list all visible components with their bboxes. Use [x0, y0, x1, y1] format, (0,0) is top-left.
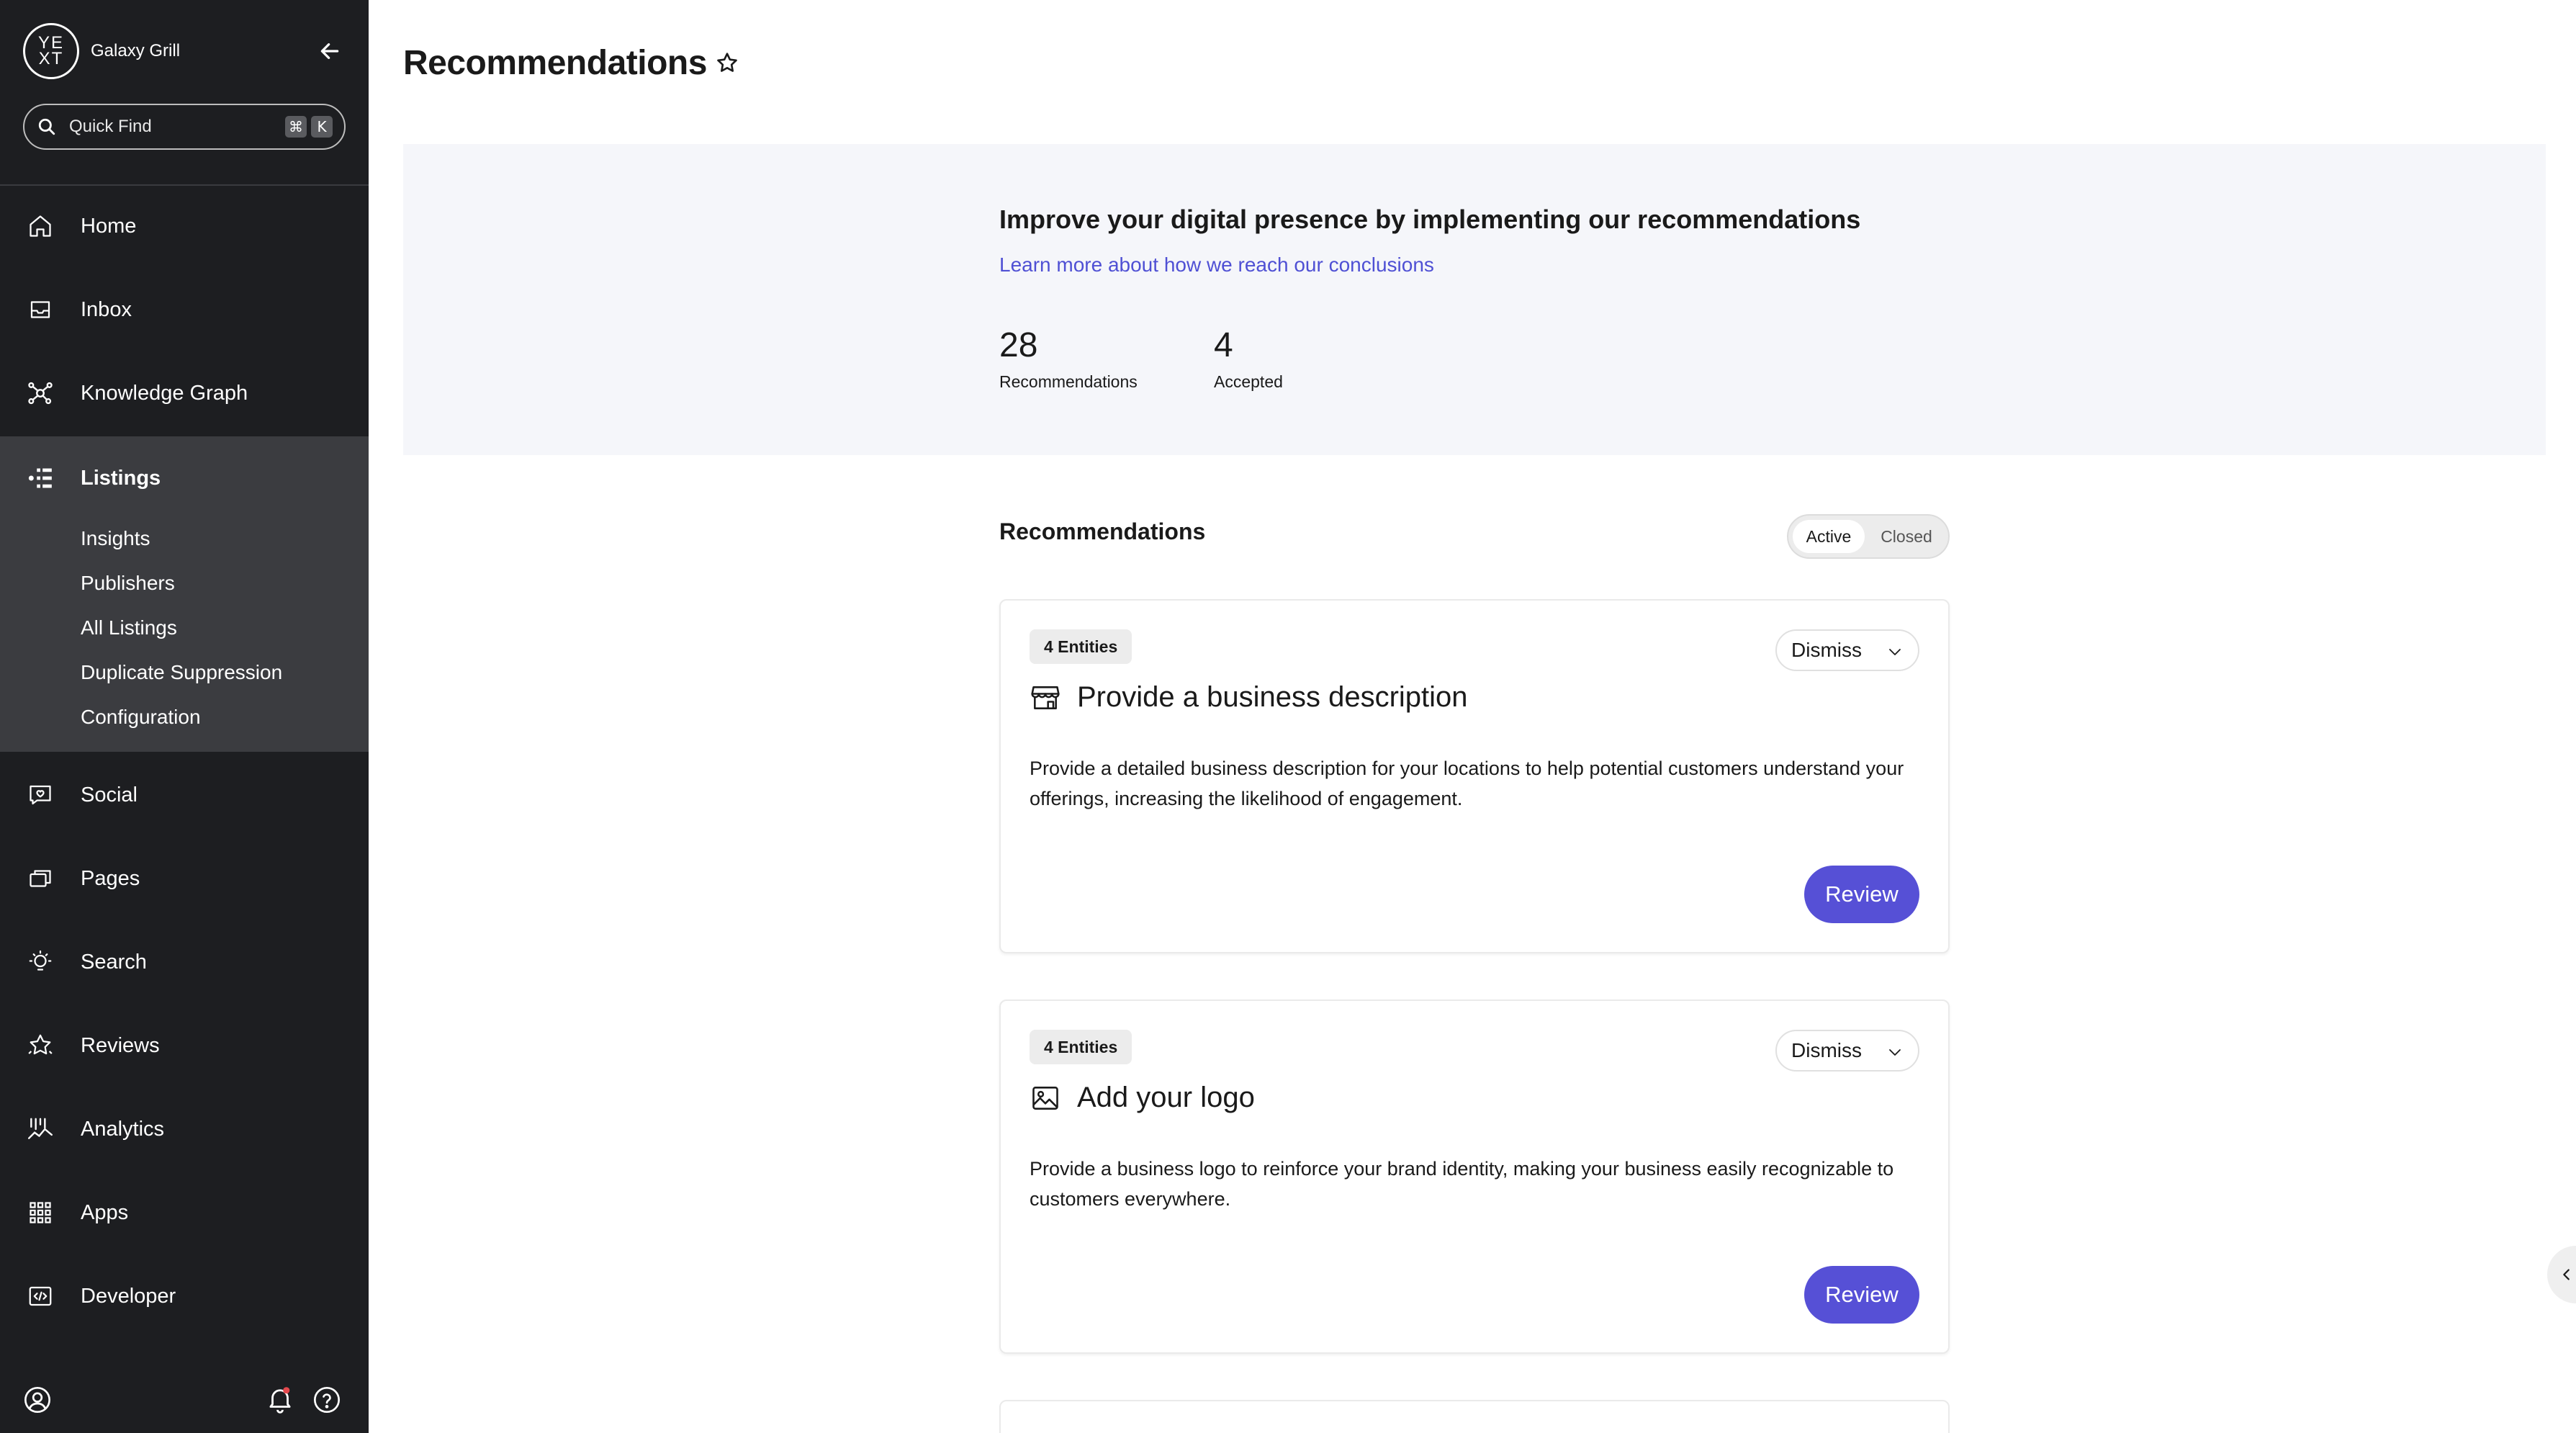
dismiss-dropdown[interactable]: Dismiss	[1775, 1030, 1919, 1072]
card-title-row: Add your logo	[1030, 1082, 1255, 1114]
sidebar-item-social[interactable]: Social	[0, 753, 369, 837]
sidebar-item-analytics[interactable]: Analytics	[0, 1087, 369, 1171]
developer-code-icon	[26, 1282, 55, 1311]
sidebar-item-label: Inbox	[81, 297, 132, 321]
chevron-down-icon	[1889, 649, 1901, 655]
sidebar-item-label: Analytics	[81, 1117, 165, 1141]
sidebar-subitem-all-listings[interactable]: All Listings	[81, 616, 177, 639]
sidebar-item-label: Apps	[81, 1200, 129, 1224]
stat-value: 4	[1214, 326, 1233, 364]
logo-text-bottom: XT	[38, 49, 64, 68]
reviews-stars-icon	[26, 1031, 55, 1060]
sidebar-subitem-publishers[interactable]: Publishers	[81, 572, 175, 595]
analytics-icon	[26, 1115, 55, 1144]
sidebar-item-label: Knowledge Graph	[81, 381, 248, 405]
shortcut-key-k: K	[311, 116, 333, 138]
recommendations-summary-banner: Improve your digital presence by impleme…	[403, 144, 2546, 455]
entities-badge: 4 Entities	[1030, 1030, 1132, 1064]
pages-icon	[26, 864, 55, 893]
sidebar-subitem-insights[interactable]: Insights	[81, 527, 150, 550]
yext-logo[interactable]: YE XT	[23, 23, 79, 79]
sidebar-item-label: Developer	[81, 1284, 176, 1308]
sidebar-item-developer[interactable]: Developer	[0, 1254, 369, 1338]
shortcut-key-cmd: ⌘	[285, 116, 307, 138]
chevron-left-icon	[2563, 1269, 2570, 1280]
sidebar-item-label: Home	[81, 214, 137, 238]
sidebar-item-label: Pages	[81, 866, 140, 890]
sidebar-item-apps[interactable]: Apps	[0, 1171, 369, 1254]
stat-accepted: 4 Accepted	[1214, 325, 1283, 392]
dismiss-dropdown[interactable]: Dismiss	[1775, 629, 1919, 671]
home-icon	[26, 212, 55, 241]
learn-more-link[interactable]: Learn more about how we reach our conclu…	[999, 253, 1434, 277]
stat-caption: Accepted	[1214, 372, 1283, 391]
sidebar-item-label: Listings	[81, 466, 161, 490]
help-icon[interactable]	[312, 1385, 341, 1418]
account-name: Galaxy Grill	[91, 41, 181, 60]
sidebar-item-reviews[interactable]: Reviews	[0, 1004, 369, 1087]
stat-value: 28	[999, 326, 1038, 364]
sidebar-group-listings: Listings Insights Publishers All Listing…	[0, 436, 369, 752]
recommendation-card: 4 Entities Dismiss Provide a business de…	[999, 599, 1950, 953]
favorite-star-icon[interactable]	[713, 49, 742, 78]
sidebar-item-pages[interactable]: Pages	[0, 837, 369, 920]
sidebar-item-home[interactable]: Home	[0, 184, 369, 268]
chevron-down-icon	[1889, 1049, 1901, 1056]
social-icon	[26, 781, 55, 809]
sidebar-subitem-configuration[interactable]: Configuration	[81, 706, 201, 729]
apps-grid-icon	[26, 1198, 55, 1227]
sidebar-item-label: Reviews	[81, 1033, 160, 1057]
review-button[interactable]: Review	[1804, 866, 1919, 923]
sidebar: YE XT Galaxy Grill Quick Find ⌘ K Home I…	[0, 0, 369, 1433]
stat-caption: Recommendations	[999, 372, 1138, 391]
toggle-closed[interactable]: Closed	[1868, 520, 1945, 553]
status-toggle: Active Closed	[1787, 514, 1950, 559]
listings-icon	[26, 464, 55, 493]
card-title-row: Provide a business description	[1030, 681, 1468, 714]
recommendation-card-partial	[999, 1400, 1950, 1433]
card-description: Provide a detailed business description …	[1030, 758, 1904, 809]
user-avatar-icon[interactable]	[23, 1385, 52, 1418]
dismiss-label: Dismiss	[1791, 1039, 1862, 1061]
quick-find-button[interactable]: Quick Find ⌘ K	[23, 104, 346, 150]
card-title: Provide a business description	[1077, 681, 1468, 713]
sidebar-item-knowledge-graph[interactable]: Knowledge Graph	[0, 351, 369, 435]
sidebar-subitem-duplicate-suppression[interactable]: Duplicate Suppression	[81, 661, 282, 684]
collapse-sidebar-button[interactable]	[314, 35, 346, 67]
entities-badge: 4 Entities	[1030, 629, 1132, 664]
brand-header: YE XT Galaxy Grill	[23, 23, 346, 79]
side-panel-toggle[interactable]	[2547, 1246, 2576, 1303]
quick-find-label: Quick Find	[69, 117, 152, 136]
toggle-active[interactable]: Active	[1793, 520, 1865, 553]
sidebar-item-search[interactable]: Search	[0, 920, 369, 1004]
sidebar-item-label: Search	[81, 950, 147, 974]
sidebar-item-label: Social	[81, 783, 138, 807]
arrow-left-icon	[320, 43, 339, 59]
card-title: Add your logo	[1077, 1082, 1255, 1113]
storefront-icon	[1031, 686, 1060, 709]
summary-heading: Improve your digital presence by impleme…	[999, 205, 1861, 234]
image-icon	[1032, 1086, 1058, 1110]
search-icon	[38, 118, 55, 135]
sidebar-item-listings[interactable]: Listings	[0, 436, 369, 520]
review-button[interactable]: Review	[1804, 1266, 1919, 1324]
page-title: Recommendations	[403, 44, 707, 82]
lightbulb-icon	[26, 948, 55, 976]
sidebar-footer	[23, 1383, 346, 1417]
section-title: Recommendations	[999, 518, 1206, 544]
recommendation-card: 4 Entities Dismiss Add your logo Provide…	[999, 999, 1950, 1354]
dismiss-label: Dismiss	[1791, 639, 1862, 661]
card-description: Provide a business logo to reinforce you…	[1030, 1158, 1894, 1210]
inbox-icon	[26, 295, 55, 324]
stat-recommendations: 28 Recommendations	[999, 325, 1138, 392]
notifications-bell-icon[interactable]	[265, 1384, 295, 1418]
knowledge-graph-icon	[26, 379, 55, 408]
sidebar-item-inbox[interactable]: Inbox	[0, 268, 369, 351]
